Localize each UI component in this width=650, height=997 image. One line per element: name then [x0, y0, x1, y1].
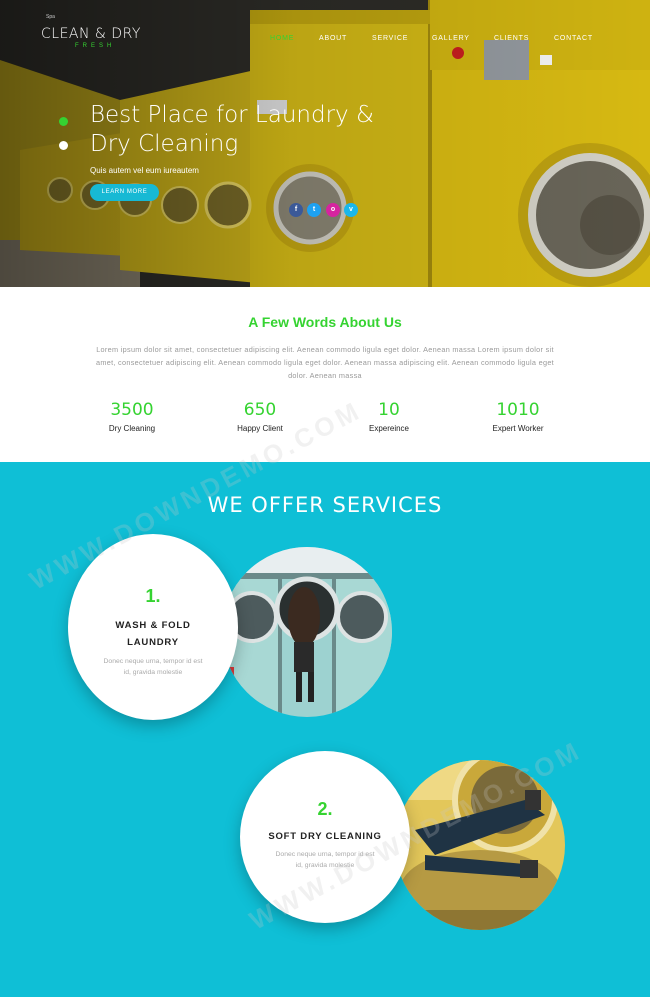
service-number: 2. — [317, 799, 333, 819]
hero-section: CLEAN & DRY FRESH Spa HOME ABOUT SERVICE… — [0, 0, 650, 287]
services-title: WE OFFER SERVICES — [207, 493, 443, 517]
service-description: Donec neque urna, tempor id est id, grav… — [240, 849, 410, 871]
stat-label: Happy Client — [237, 424, 283, 433]
hero-subtitle: Quis autem vel eum iureautem — [90, 166, 199, 175]
service-description-line1: Donec neque urna, tempor id est — [103, 658, 203, 665]
stat-number: 3500 — [110, 400, 154, 420]
hero-title-line2: Dry Cleaning — [90, 131, 239, 157]
service-1-photo — [222, 547, 392, 717]
stat-label: Dry Cleaning — [108, 424, 156, 433]
slider-dot-active[interactable] — [59, 117, 68, 126]
stat-number: 1010 — [496, 400, 540, 420]
stat-happy-client: 650 Happy Client — [205, 400, 315, 433]
service-title-line2: LAUNDRY — [127, 637, 179, 648]
slider-dots — [59, 117, 68, 165]
service-title-line1: WASH & FOLD — [115, 620, 191, 631]
stat-dry-cleaning: 3500 Dry Cleaning — [77, 400, 187, 433]
about-paragraph: Lorem ipsum dolor sit amet, consectetuer… — [95, 345, 555, 380]
nav-item-contact[interactable]: CONTACT — [554, 35, 593, 42]
stat-label: Expereince — [368, 424, 410, 433]
twitter-icon[interactable]: t — [307, 203, 321, 217]
nav-item-clients[interactable]: CLIENTS — [494, 35, 529, 42]
laundromat-photo-2 — [395, 760, 565, 930]
service-title: SOFT DRY CLEANING — [240, 828, 410, 845]
service-description: Donec neque urna, tempor id est id, grav… — [68, 656, 238, 678]
services-section: WE OFFER SERVICES 1. WASH & FOLD LAUNDRY — [0, 462, 650, 997]
service-title: WASH & FOLD LAUNDRY — [68, 617, 238, 651]
service-number: 1. — [145, 586, 161, 606]
service-description-line2: id, gravida molestie — [123, 669, 183, 676]
service-card-2[interactable]: 2. SOFT DRY CLEANING Donec neque urna, t… — [240, 751, 410, 923]
stat-expert-worker: 1010 Expert Worker — [463, 400, 573, 433]
about-section: A Few Words About Us Lorem ipsum dolor s… — [0, 287, 650, 462]
vimeo-icon[interactable]: v — [344, 203, 358, 217]
nav-item-about[interactable]: ABOUT — [319, 35, 347, 42]
stat-experience: 10 Expereince — [334, 400, 444, 433]
service-card-1[interactable]: 1. WASH & FOLD LAUNDRY Donec neque urna,… — [68, 534, 238, 720]
hero-title-line1: Best Place for Laundry & — [90, 102, 374, 128]
stat-label: Expert Worker — [492, 424, 544, 433]
nav-item-home[interactable]: HOME — [270, 35, 294, 42]
nav-item-service[interactable]: SERVICE — [372, 35, 408, 42]
main-navigation: HOME ABOUT SERVICE GALLERY CLIENTS CONTA… — [0, 35, 650, 45]
nav-item-gallery[interactable]: GALLERY — [432, 35, 470, 42]
logo-tagline: Spa — [46, 14, 55, 20]
stat-number: 10 — [378, 400, 400, 420]
learn-more-button[interactable]: LEARN MORE — [90, 184, 159, 201]
laundromat-photo-1 — [222, 547, 392, 717]
service-description-line1: Donec neque urna, tempor id est — [275, 851, 375, 858]
service-title-line1: SOFT DRY CLEANING — [268, 831, 382, 842]
instagram-icon[interactable]: o — [326, 203, 340, 217]
stat-number: 650 — [243, 400, 277, 420]
slider-dot[interactable] — [59, 141, 68, 150]
facebook-icon[interactable]: f — [289, 203, 303, 217]
service-2-photo — [395, 760, 565, 930]
service-description-line2: id, gravida molestie — [295, 862, 355, 869]
hero-title: Best Place for Laundry & Dry Cleaning — [90, 101, 430, 159]
about-title: A Few Words About Us — [248, 314, 402, 330]
